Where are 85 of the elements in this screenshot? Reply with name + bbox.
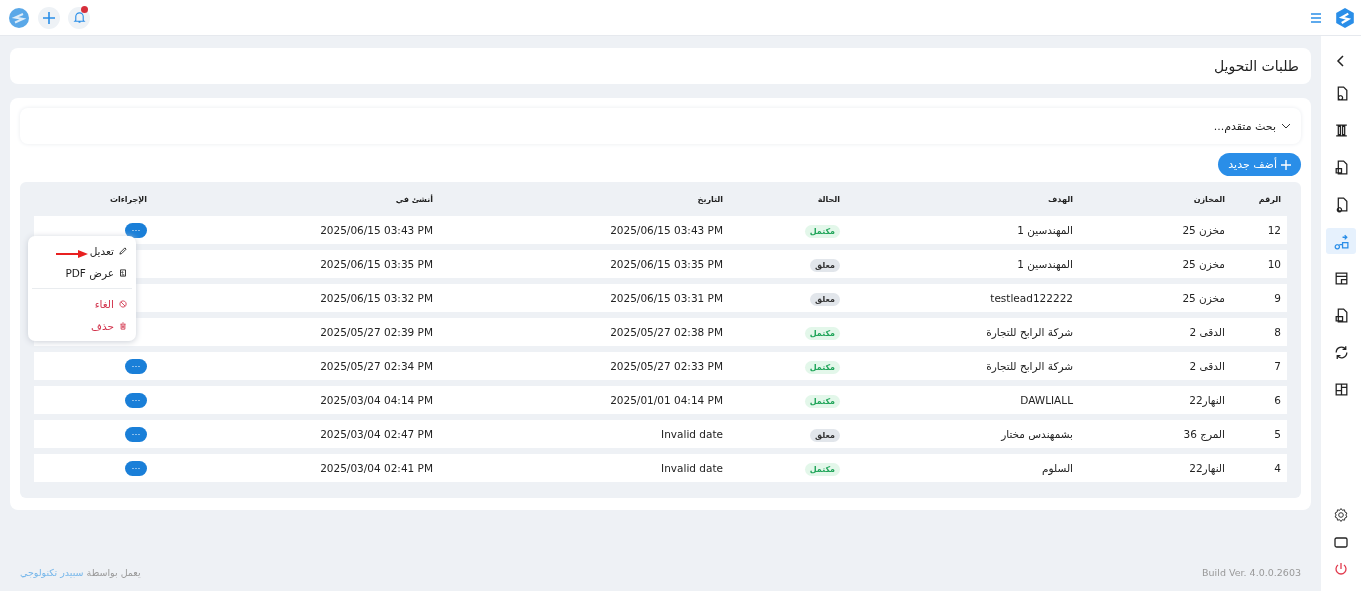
- table-cell-text: 6: [1273, 394, 1282, 406]
- actions-button[interactable]: ···: [125, 358, 147, 374]
- page-title: طلبات التحويل: [1213, 58, 1299, 74]
- table-cell-text: المرج 36: [1182, 428, 1226, 440]
- status-badge: معلق: [810, 429, 840, 442]
- table-cell-text: الدقى 2: [1188, 360, 1226, 372]
- table-cell-text: المهندسين 1: [1016, 258, 1074, 270]
- table-cell-text: 5: [1273, 428, 1282, 440]
- table-cell-text: DAWLIALL: [1019, 394, 1074, 406]
- screen-icon[interactable]: [1333, 534, 1349, 550]
- actions-button[interactable]: ···: [125, 392, 147, 408]
- menu-item[interactable]: عرض PDF: [28, 262, 136, 284]
- menu-item[interactable]: تعديل: [28, 240, 136, 262]
- column-header: أنشئ في: [394, 194, 434, 204]
- table-cell-text: بشمهندس مختار: [999, 428, 1074, 440]
- table-cell-text: 2025/06/15 03:35 PM: [319, 258, 434, 270]
- table-cell-text: testlead122222: [989, 292, 1074, 304]
- table-cell-text: 2025/06/15 03:35 PM: [609, 258, 724, 270]
- menu-item[interactable]: حذف: [28, 315, 136, 337]
- table-cell-text: مخزن 25: [1181, 224, 1226, 236]
- table-cell-text: Invalid date: [660, 462, 724, 474]
- table-cell-text: 2025/05/27 02:34 PM: [319, 360, 434, 372]
- document-icon: [118, 268, 128, 278]
- table-cell-text: 2025/03/04 02:47 PM: [319, 428, 434, 440]
- table-cell-text: 9: [1273, 292, 1282, 304]
- table-cell-text: السلوم: [1041, 462, 1074, 474]
- table-cell-text: 2025/05/27 02:38 PM: [609, 326, 724, 338]
- build-version: Build Ver. 4.0.0.2603: [1202, 566, 1301, 578]
- column-header: الإجراءات: [108, 194, 148, 204]
- table-cell-text: 2025/05/27 02:39 PM: [319, 326, 434, 338]
- add-new-button[interactable]: أضف جديد: [1218, 153, 1301, 176]
- table-cell-text: النهار22: [1188, 462, 1226, 474]
- bell-icon: [72, 11, 86, 24]
- arrow-icon: [56, 250, 88, 258]
- add-icon[interactable]: [38, 6, 60, 29]
- table-cell-text: 8: [1273, 326, 1282, 338]
- status-badge: مكتمل: [804, 361, 840, 374]
- table-cell-text: مخزن 25: [1181, 292, 1226, 304]
- status-badge: مكتمل: [804, 463, 840, 476]
- table-cell-text: 2025/05/27 02:33 PM: [609, 360, 724, 372]
- logo-icon[interactable]: [8, 6, 30, 29]
- table-cell-text: النهار22: [1188, 394, 1226, 406]
- table-cell-text: مخزن 25: [1181, 258, 1226, 270]
- chevron-icon: [1281, 121, 1291, 131]
- table-cell-text: شركة الرابح للتجارة: [985, 360, 1074, 372]
- actions-button[interactable]: ···: [125, 426, 147, 442]
- table-cell-text: 2025/03/04 04:14 PM: [319, 394, 434, 406]
- column-header: التاريخ: [696, 194, 724, 204]
- status-badge: معلق: [810, 259, 840, 272]
- table-cell-text: شركة الرابح للتجارة: [985, 326, 1074, 338]
- powered-by-text: يعمل بواسطة: [86, 566, 141, 578]
- table-cell-text: 7: [1273, 360, 1282, 372]
- table-cell-text: 10: [1266, 258, 1282, 270]
- status-badge: معلق: [810, 293, 840, 306]
- notification-button[interactable]: [68, 6, 90, 29]
- table-cell-text: 2025/03/04 02:41 PM: [319, 462, 434, 474]
- actions-button[interactable]: ···: [125, 222, 147, 238]
- table-cell-text: 4: [1273, 462, 1282, 474]
- power-icon[interactable]: [1333, 561, 1349, 577]
- table-cell-text: 2025/06/15 03:43 PM: [609, 224, 724, 236]
- logo-icon: [1334, 6, 1356, 29]
- settings-icon[interactable]: [1333, 507, 1349, 523]
- table-cell-text: Invalid date: [660, 428, 724, 440]
- transfer-icon: [1332, 232, 1350, 250]
- table-cell-text: الدقى 2: [1188, 326, 1226, 338]
- advanced-search-toggle[interactable]: بحث متقدم...: [20, 108, 1301, 144]
- status-badge: مكتمل: [804, 395, 840, 408]
- table-cell-text: 12: [1266, 224, 1282, 236]
- trash-icon: [118, 321, 128, 331]
- actions-button[interactable]: ···: [125, 460, 147, 476]
- column-header: الهدف: [1047, 194, 1074, 204]
- column-header: الرقم: [1257, 194, 1282, 204]
- status-badge: مكتمل: [804, 225, 840, 238]
- plus-icon: [1281, 159, 1291, 170]
- status-badge: مكتمل: [804, 327, 840, 340]
- pencil-icon: [118, 246, 128, 256]
- cancel-icon: [118, 299, 128, 309]
- menu-item[interactable]: الغاء: [28, 293, 136, 315]
- column-header: الحالة: [816, 194, 841, 204]
- column-header: المخازن: [1192, 194, 1226, 204]
- table-cell-text: 2025/06/15 03:31 PM: [609, 292, 724, 304]
- table-cell-text: المهندسين 1: [1016, 224, 1074, 236]
- table-cell-text: 2025/06/15 03:32 PM: [319, 292, 434, 304]
- table-cell-text: 2025/06/15 03:43 PM: [319, 224, 434, 236]
- table-cell-text: 2025/01/01 04:14 PM: [609, 394, 724, 406]
